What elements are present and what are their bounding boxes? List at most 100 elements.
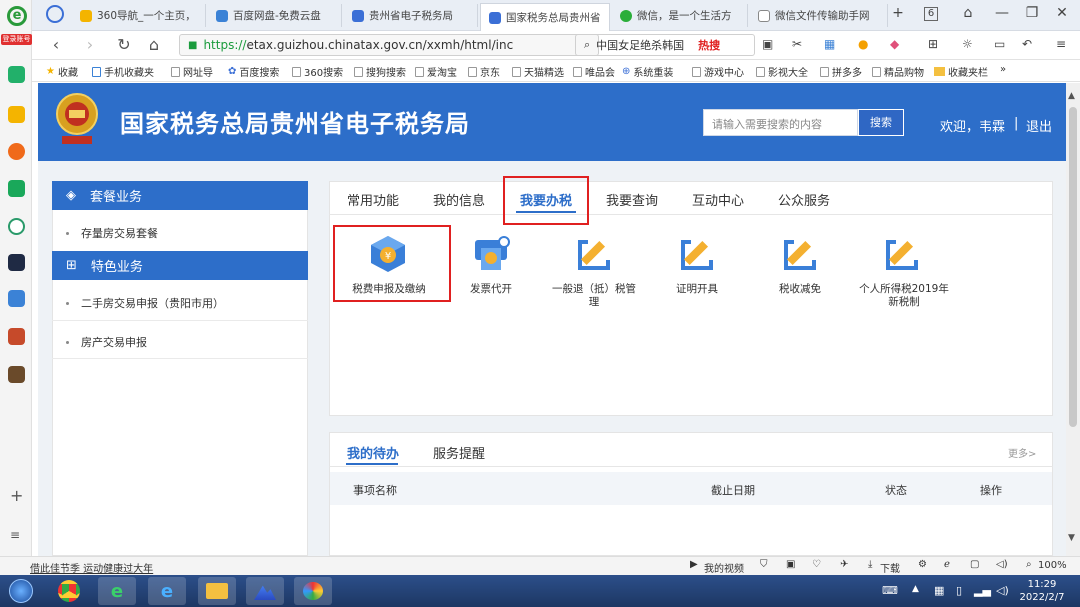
tab-public-service[interactable]: 公众服务 bbox=[778, 190, 830, 209]
url-bar[interactable]: ■ https://etax.guizhou.chinatax.gov.cn/x… bbox=[179, 34, 599, 56]
bookmark-shopping[interactable]: 精品购物 bbox=[872, 64, 924, 79]
paint-icon[interactable] bbox=[294, 577, 332, 605]
volume-icon[interactable]: ◁) bbox=[996, 584, 1009, 597]
printer-icon[interactable] bbox=[471, 234, 511, 274]
my-video-link[interactable]: 我的视频 bbox=[704, 560, 744, 575]
game-tool-icon[interactable]: ◆ bbox=[890, 37, 899, 51]
pencil-icon[interactable] bbox=[780, 234, 820, 274]
scroll-down-icon[interactable]: ▼ bbox=[1068, 533, 1075, 543]
tray-up-icon[interactable]: ▲ bbox=[912, 584, 919, 594]
browser-icon[interactable]: ℯ bbox=[944, 559, 950, 570]
doc-icon[interactable] bbox=[8, 290, 25, 307]
tab-wechat[interactable]: 微信，是一个生活方 bbox=[612, 4, 748, 27]
tab-chinatax-active[interactable]: 国家税务总局贵州省× bbox=[480, 3, 610, 31]
chrome-icon[interactable] bbox=[50, 577, 88, 605]
tab-query[interactable]: 我要查询 bbox=[606, 190, 658, 209]
bookmark-taobao[interactable]: 爱淘宝 bbox=[415, 64, 457, 79]
star-icon[interactable] bbox=[8, 106, 25, 123]
new-tab-button[interactable]: + bbox=[886, 5, 910, 21]
site-search-button[interactable]: 搜索 bbox=[858, 109, 904, 136]
bookmark-video[interactable]: 影视大全 bbox=[756, 64, 808, 79]
plus-app-icon[interactable] bbox=[8, 66, 25, 83]
image-viewer-icon[interactable] bbox=[246, 577, 284, 605]
rocket-icon[interactable]: ✈ bbox=[840, 559, 848, 570]
logout-link[interactable]: 退出 bbox=[1026, 116, 1052, 135]
sidebar-item-stock-house-package[interactable]: 存量房交易套餐 bbox=[66, 225, 158, 241]
sidebar-item-second-hand-house[interactable]: 二手房交易申报（贵阳市用） bbox=[66, 295, 224, 311]
apps-icon[interactable]: ⊞ bbox=[928, 37, 938, 51]
tab-my-todo[interactable]: 我的待办 bbox=[347, 443, 399, 462]
tab-count-button[interactable]: 6 bbox=[924, 7, 938, 21]
tab-service-reminder[interactable]: 服务提醒 bbox=[433, 443, 485, 462]
bookmark-tmall[interactable]: 天猫精选 bbox=[512, 64, 564, 79]
settings-icon[interactable]: ⚙ bbox=[918, 559, 927, 570]
login-badge[interactable]: 登录账号 bbox=[1, 34, 32, 45]
tab-wechat-file[interactable]: 微信文件传输助手网 bbox=[750, 4, 888, 27]
coupon-icon[interactable]: ● bbox=[858, 37, 868, 51]
tab-guizhou-etax[interactable]: 贵州省电子税务局 bbox=[344, 4, 478, 27]
weibo-icon[interactable] bbox=[8, 143, 25, 160]
scroll-thumb[interactable] bbox=[1069, 107, 1077, 427]
shield-icon[interactable]: ⛉ bbox=[760, 559, 768, 570]
bookmark-360search[interactable]: 360搜索 bbox=[292, 64, 343, 79]
bookmark-nav[interactable]: 网址导 bbox=[171, 64, 213, 79]
system-clock[interactable]: 11:29 2022/2/7 bbox=[1012, 578, 1072, 604]
service-iit-2019[interactable]: 个人所得税2019年新税制 bbox=[856, 283, 952, 309]
skin-icon[interactable]: ⌂ bbox=[956, 5, 980, 21]
undo-icon[interactable]: ↶ bbox=[1022, 37, 1032, 51]
close-window-icon[interactable]: ✕ bbox=[1050, 5, 1074, 21]
scroll-up-icon[interactable]: ▲ bbox=[1068, 91, 1075, 101]
sound-icon[interactable]: ◁) bbox=[996, 559, 1008, 570]
bookmark-baidu[interactable]: ✿ 百度搜索 bbox=[228, 64, 279, 79]
page-scrollbar[interactable]: ▲ ▼ bbox=[1066, 83, 1080, 556]
bookmark-favorites[interactable]: ★ 收藏 bbox=[46, 64, 78, 79]
sidebar-section-special[interactable]: ⊞ 特色业务 bbox=[52, 251, 308, 280]
tab-my-info[interactable]: 我的信息 bbox=[433, 190, 485, 209]
refresh-icon[interactable]: ↻ bbox=[114, 36, 134, 54]
tab-360[interactable]: 360导航_一个主页， bbox=[72, 4, 206, 27]
todo-more-link[interactable]: 更多> bbox=[1008, 445, 1036, 460]
download-link[interactable]: 下载 bbox=[880, 560, 900, 575]
bookmark-mobile[interactable]: 手机收藏夹 bbox=[92, 64, 154, 79]
explorer-icon[interactable] bbox=[198, 577, 236, 605]
bookmark-pdd[interactable]: 拼多多 bbox=[820, 64, 862, 79]
pencil-icon[interactable] bbox=[882, 234, 922, 274]
menu-lines-icon[interactable]: ≡ bbox=[1056, 37, 1066, 51]
zoom-level[interactable]: 100% bbox=[1038, 560, 1067, 571]
close-tab-icon[interactable]: × bbox=[610, 11, 611, 24]
network-icon[interactable]: ▦ bbox=[934, 584, 944, 597]
bookmark-sogou[interactable]: 搜狗搜索 bbox=[354, 64, 406, 79]
sidebar-section-package[interactable]: ◈ 套餐业务 bbox=[52, 181, 308, 210]
service-certificate[interactable]: 证明开具 bbox=[652, 283, 742, 296]
site-search-input[interactable]: 请输入需要搜索的内容 bbox=[703, 109, 858, 136]
browser-search-input[interactable]: ⌕ 中国女足绝杀韩国 热搜 bbox=[575, 34, 755, 56]
news-icon[interactable] bbox=[8, 254, 25, 271]
pencil-icon[interactable] bbox=[574, 234, 614, 274]
bookmark-jd[interactable]: 京东 bbox=[468, 64, 500, 79]
game-icon[interactable] bbox=[8, 328, 25, 345]
bookmark-reinstall[interactable]: ⊕ 系统重装 bbox=[622, 64, 673, 79]
bookmark-more[interactable]: » bbox=[1000, 64, 1006, 75]
scissors-icon[interactable]: ✂ bbox=[792, 37, 802, 51]
sidebar-item-house-transaction[interactable]: 房产交易申报 bbox=[66, 334, 147, 350]
service-tax-refund[interactable]: 一般退（抵）税管理 bbox=[549, 283, 639, 309]
pencil-icon[interactable] bbox=[677, 234, 717, 274]
service-invoice-issuing[interactable]: 发票代开 bbox=[446, 283, 536, 296]
add-icon[interactable]: + bbox=[10, 486, 23, 505]
battery-tray-icon[interactable]: ▯ bbox=[956, 584, 962, 597]
bookmark-games[interactable]: 游戏中心 bbox=[692, 64, 744, 79]
back-icon[interactable]: ‹ bbox=[46, 36, 66, 54]
signal-icon[interactable]: ▂▄ bbox=[974, 584, 991, 597]
heart-icon[interactable]: ♡ bbox=[812, 559, 821, 570]
tab-common-functions[interactable]: 常用功能 bbox=[347, 190, 399, 209]
brightness-icon[interactable]: ☼ bbox=[962, 37, 973, 51]
forward-icon[interactable]: › bbox=[80, 36, 100, 54]
extension-icon[interactable]: ▣ bbox=[762, 37, 773, 51]
image-icon[interactable]: ▣ bbox=[786, 559, 795, 570]
link-icon[interactable] bbox=[8, 218, 25, 235]
tab-interaction[interactable]: 互动中心 bbox=[692, 190, 744, 209]
menu-icon[interactable]: ≡ bbox=[10, 528, 20, 542]
start-button[interactable] bbox=[4, 577, 38, 605]
battery-icon[interactable]: ▭ bbox=[994, 37, 1005, 51]
minimize-icon[interactable]: — bbox=[990, 5, 1014, 21]
